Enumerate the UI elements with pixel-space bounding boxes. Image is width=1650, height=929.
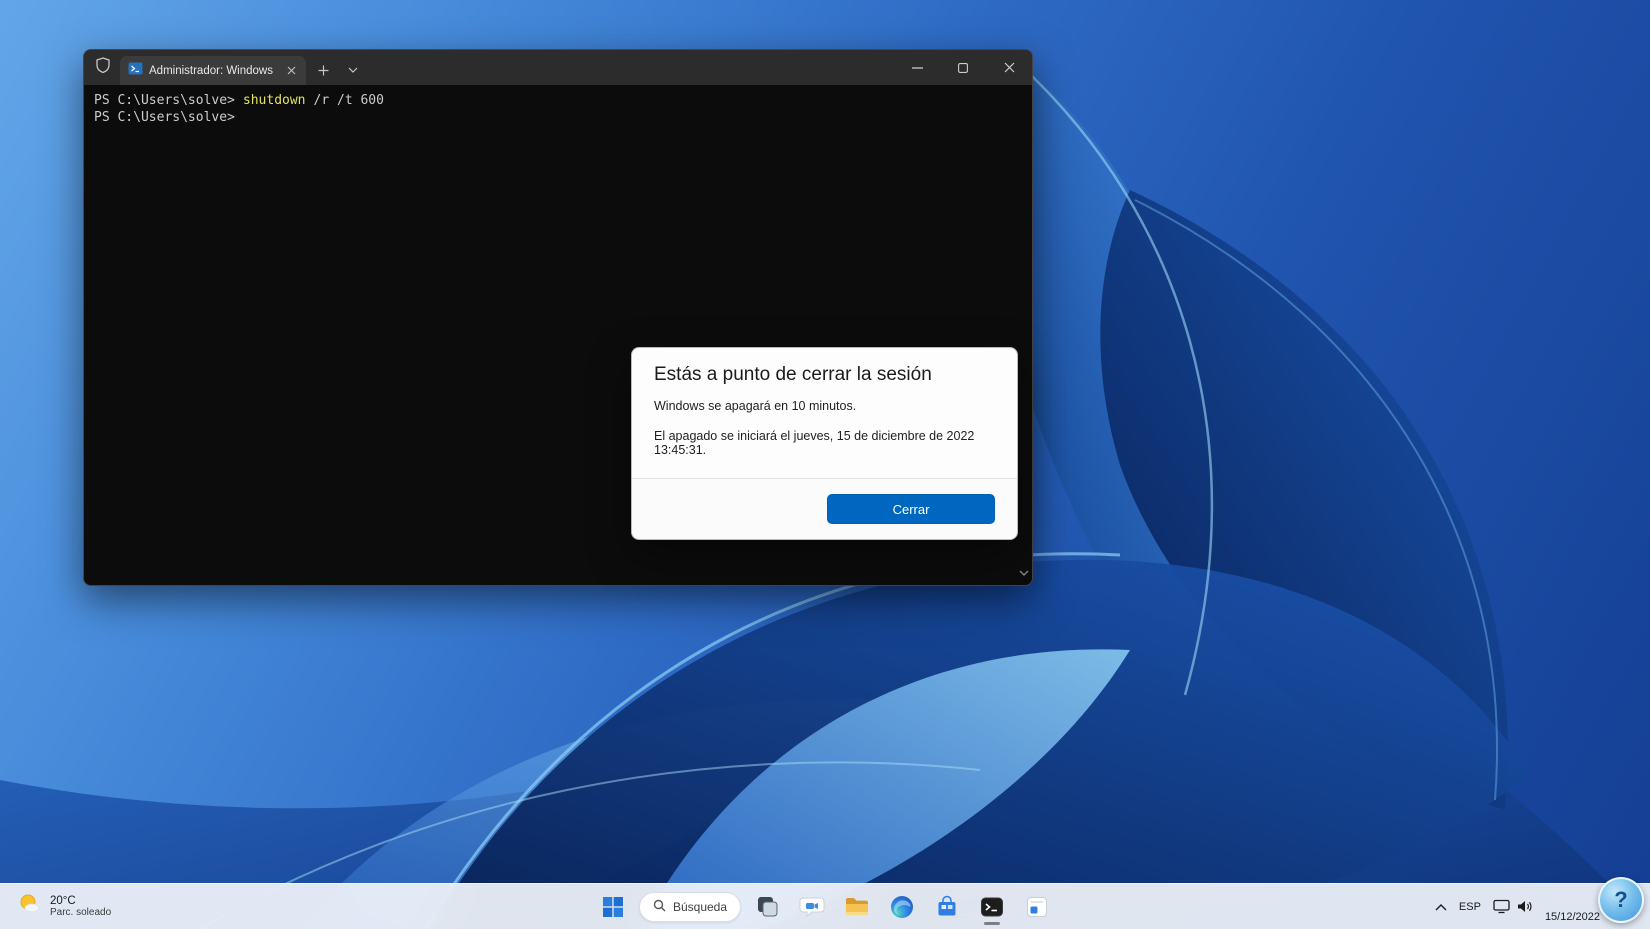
language-indicator[interactable]: ESP	[1459, 901, 1481, 913]
chevron-up-icon	[1435, 903, 1447, 910]
tab-dropdown-button[interactable]	[340, 57, 366, 83]
command-args-text	[243, 110, 251, 125]
help-bubble[interactable]: ?	[1598, 877, 1644, 923]
dialog-footer: Cerrar	[632, 478, 1017, 539]
terminal-button[interactable]	[973, 888, 1011, 926]
hidden-icons-button[interactable]	[1435, 898, 1447, 916]
dialog-message-1: Windows se apagará en 10 minutos.	[654, 399, 857, 413]
terminal-icon	[981, 897, 1004, 916]
edge-icon	[891, 895, 914, 918]
file-explorer-button[interactable]	[838, 888, 876, 926]
edge-button[interactable]	[883, 888, 921, 926]
prompt-text: PS C:\Users\solve>	[94, 93, 235, 108]
chat-button[interactable]	[793, 888, 831, 926]
start-button[interactable]	[594, 888, 632, 926]
admin-shield-icon	[96, 57, 110, 78]
minimize-button[interactable]	[894, 50, 940, 85]
terminal-tab[interactable]: Administrador: Windows Pow	[120, 56, 306, 85]
weather-widget[interactable]: 20°C Parc. soleado	[4, 884, 123, 929]
help-icon: ?	[1614, 887, 1628, 912]
terminal-line: PS C:\Users\solve> shutdown/r /t 600	[94, 92, 1022, 109]
shutdown-dialog: Estás a punto de cerrar la sesión Window…	[631, 347, 1018, 540]
sun-icon	[16, 891, 42, 922]
speaker-icon	[1517, 901, 1532, 912]
search-icon	[653, 899, 666, 915]
close-button[interactable]	[986, 50, 1032, 85]
maximize-button[interactable]	[940, 50, 986, 85]
new-tab-button[interactable]	[310, 57, 336, 83]
terminal-titlebar[interactable]: Administrador: Windows Pow	[84, 50, 1032, 85]
system-tray-icons[interactable]	[1493, 899, 1533, 914]
store-button[interactable]	[928, 888, 966, 926]
file-explorer-icon	[846, 897, 869, 915]
running-indicator	[984, 921, 1001, 925]
scroll-down-icon[interactable]	[1019, 564, 1029, 581]
weather-condition: Parc. soleado	[50, 907, 112, 918]
command-text	[235, 110, 243, 125]
chat-icon	[799, 897, 825, 917]
pinned-app-icon	[1027, 896, 1048, 917]
dialog-title: Estás a punto de cerrar la sesión	[654, 364, 932, 385]
weather-temperature: 20°C	[50, 895, 76, 907]
tab-close-button[interactable]	[282, 62, 300, 80]
cerrar-button[interactable]: Cerrar	[827, 494, 995, 524]
command-args-text: /r /t 600	[313, 93, 384, 108]
terminal-tab-title: Administrador: Windows Pow	[149, 64, 276, 77]
command-text: shutdown	[242, 93, 306, 108]
start-icon	[602, 896, 623, 917]
task-view-button[interactable]	[748, 888, 786, 926]
taskbar: 20°C Parc. soleado Búsqueda ESP 15/12/20…	[0, 883, 1650, 929]
display-icon	[1493, 899, 1510, 914]
store-icon	[938, 895, 956, 915]
search-box[interactable]: Búsqueda	[638, 891, 742, 922]
prompt-text: PS C:\Users\solve>	[94, 110, 235, 125]
search-label: Búsqueda	[672, 899, 728, 914]
pinned-app-button[interactable]	[1018, 888, 1056, 926]
terminal-line: PS C:\Users\solve>	[94, 109, 1022, 126]
dialog-message-2: El apagado se iniciará el jueves, 15 de …	[654, 429, 975, 457]
powershell-icon	[128, 61, 143, 81]
task-view-icon	[757, 897, 778, 917]
